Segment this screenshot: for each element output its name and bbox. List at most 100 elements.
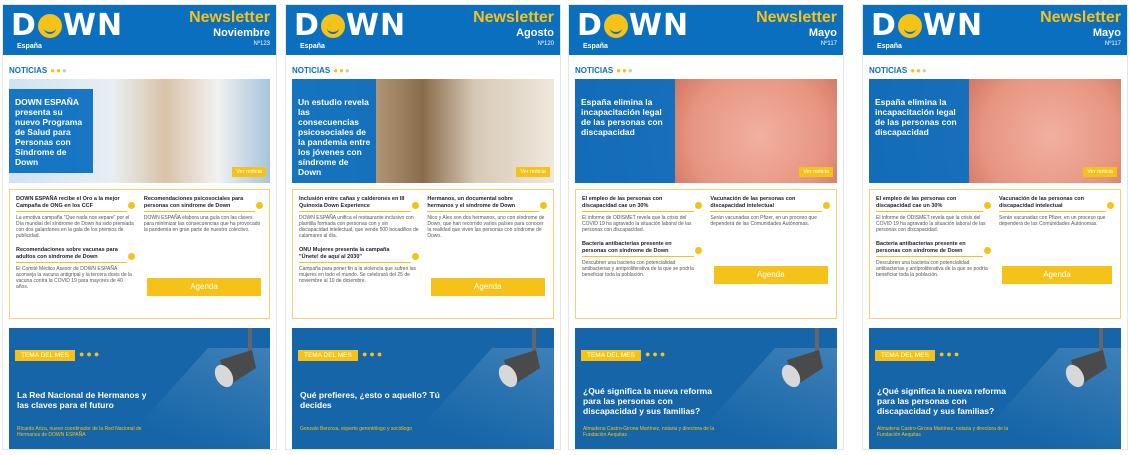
news-item[interactable]: Inclusión entre cañas y calderones en II… [299,196,419,239]
tema-author: Gonzalo Berzosa, experto gerontólogo y s… [300,426,413,432]
newsletter-title: Newsletter [1040,9,1121,26]
news-column-left: DOWN ESPAÑA recibe el Oro a la mejor Cam… [16,196,136,298]
arrow-icon[interactable] [984,247,991,254]
ver-noticia-button[interactable]: Ver noticia [232,167,266,177]
news-item[interactable]: El empleo de las personas con discapacid… [876,196,991,233]
tema-del-mes[interactable]: TEMA DEL MES ●●● ¿Qué significa la nueva… [575,328,837,449]
lamp-icon [1065,328,1107,388]
newsletter-header: D WN España Newsletter Mayo Nº117 [569,5,843,55]
newsletter-number: Nº117 [820,41,837,47]
tema-author: Almudena Castro-Girona Martínez, notaria… [583,426,715,438]
news-grid: El empleo de las personas con discapacid… [869,189,1121,319]
agenda-button[interactable]: Agenda [430,278,545,296]
hero-title: Un estudio revela las consecuencias psic… [298,97,371,177]
news-column-left: El empleo de las personas con discapacid… [876,196,991,286]
arrow-icon[interactable] [694,202,702,209]
tema-del-mes[interactable]: TEMA DEL MES ●●● La Red Nacional de Herm… [9,328,270,449]
newsletter-number: Nº120 [537,41,554,47]
arrow-icon[interactable] [128,253,136,260]
down-logo: D WN España [871,8,984,51]
down-logo: D WN España [11,8,124,51]
down-logo: D WN España [577,8,690,51]
news-column-right: Vacunación de las personas con discapaci… [710,196,830,235]
sun-icon [603,14,628,38]
tema-title: Qué prefieres, ¿esto o aquello? Tú decid… [300,390,440,410]
arrow-icon[interactable] [1107,202,1114,209]
hero-news[interactable]: España elimina la incapacitación legal d… [575,79,837,183]
newsletter-month: Mayo [1092,27,1121,39]
tema-del-mes[interactable]: TEMA DEL MES ●●● Qué prefieres, ¿esto o … [292,328,554,449]
arrow-icon[interactable] [694,247,702,254]
tema-tab: TEMA DEL MES [15,350,75,361]
news-column-left: El empleo de las personas con discapacid… [582,196,702,286]
news-item[interactable]: Vacunación de las personas con discapaci… [999,196,1114,227]
sun-icon [320,14,345,38]
tema-del-mes[interactable]: TEMA DEL MES ●●● ¿Qué significa la nueva… [869,328,1121,449]
section-noticias: NOTICIAS ●●● [292,66,351,75]
section-noticias: NOTICIAS ●●● [9,66,68,75]
tema-tab: TEMA DEL MES [298,350,358,361]
newsletter-panel-4[interactable]: D WN España Newsletter Mayo Nº117 NOTICIA… [863,5,1127,449]
arrow-icon[interactable] [411,253,419,260]
hero-title: DOWN ESPAÑA presenta su nuevo Programa d… [15,97,83,167]
hero-news[interactable]: DOWN ESPAÑA presenta su nuevo Programa d… [9,79,270,183]
newsletter-panel-1[interactable]: D WN España Newsletter Noviembre Nº123 NO… [3,5,276,449]
news-column-right: Vacunación de las personas con discapaci… [999,196,1114,235]
newsletter-panel-2[interactable]: D WN España Newsletter Agosto Nº120 NOTIC… [286,5,560,449]
arrow-icon[interactable] [540,202,547,209]
dots-icon: ●●● [79,349,102,359]
newsletter-number: Nº117 [1104,41,1121,47]
newsletter-header: D WN España Newsletter Mayo Nº117 [863,5,1127,55]
arrow-icon[interactable] [411,202,419,209]
down-logo: D WN España [294,8,407,51]
tema-tab: TEMA DEL MES [875,350,935,361]
tema-author: Almudena Castro-Girona Martínez, notaria… [877,426,1009,438]
news-item[interactable]: Bacteria antibacterias presente en perso… [876,241,991,278]
dots-icon: ●●● [362,349,385,359]
tema-author: Ricardo Ariza, nuevo coordinador de la R… [17,426,142,438]
dots-icon: ●●● [939,349,962,359]
news-column-right: Hermanos, un documental sobre hermanos y… [427,196,547,247]
agenda-button[interactable]: Agenda [1002,266,1112,284]
news-column-left: Inclusión entre cañas y calderones en II… [299,196,419,292]
hero-title: España elimina la incapacitación legal d… [581,97,663,137]
news-column-right: Recomendaciones psicosociales para perso… [143,196,263,241]
section-noticias: NOTICIAS ●●● [575,66,634,75]
ver-noticia-button[interactable]: Ver noticia [1083,167,1117,177]
arrow-icon[interactable] [256,202,263,209]
news-item[interactable]: Recomendaciones psicosociales para perso… [143,196,263,233]
news-item[interactable]: Recomendaciones sobre vacunas para adult… [16,247,136,290]
news-item[interactable]: ONU Mujeres presenta la campaña "Únete! … [299,247,419,284]
newsletter-panel-3[interactable]: D WN España Newsletter Mayo Nº117 NOTICIA… [569,5,843,449]
news-item[interactable]: Vacunación de las personas con discapaci… [710,196,830,227]
news-item[interactable]: Bacteria antibacterias presente en perso… [582,241,702,278]
newsletter-title: Newsletter [189,9,270,26]
lamp-icon [498,328,540,388]
dots-icon: ●●● [616,66,634,75]
news-item[interactable]: Hermanos, un documental sobre hermanos y… [427,196,547,239]
arrow-icon[interactable] [984,202,991,209]
ver-noticia-button[interactable]: Ver noticia [516,167,550,177]
section-noticias: NOTICIAS ●●● [869,66,928,75]
dots-icon: ●●● [333,66,351,75]
tema-title: La Red Nacional de Hermanos y las claves… [17,390,147,410]
news-grid: El empleo de las personas con discapacid… [575,189,837,319]
sun-icon [37,14,62,38]
arrow-icon[interactable] [128,202,136,209]
newsletter-month: Noviembre [213,27,270,39]
sun-icon [897,14,922,38]
arrow-icon[interactable] [823,202,830,209]
agenda-button[interactable]: Agenda [713,266,828,284]
hero-news[interactable]: España elimina la incapacitación legal d… [869,79,1121,183]
agenda-button[interactable]: Agenda [147,278,261,296]
lamp-icon [214,328,256,388]
news-grid: Inclusión entre cañas y calderones en II… [292,189,554,319]
news-item[interactable]: DOWN ESPAÑA recibe el Oro a la mejor Cam… [16,196,136,239]
newsletter-title: Newsletter [756,9,837,26]
tema-title: ¿Qué significa la nueva reforma para las… [583,386,712,416]
news-item[interactable]: El empleo de las personas con discapacid… [582,196,702,233]
dots-icon: ●●● [50,66,68,75]
ver-noticia-button[interactable]: Ver noticia [799,167,833,177]
dots-icon: ●●● [910,66,928,75]
hero-news[interactable]: Un estudio revela las consecuencias psic… [292,79,554,183]
